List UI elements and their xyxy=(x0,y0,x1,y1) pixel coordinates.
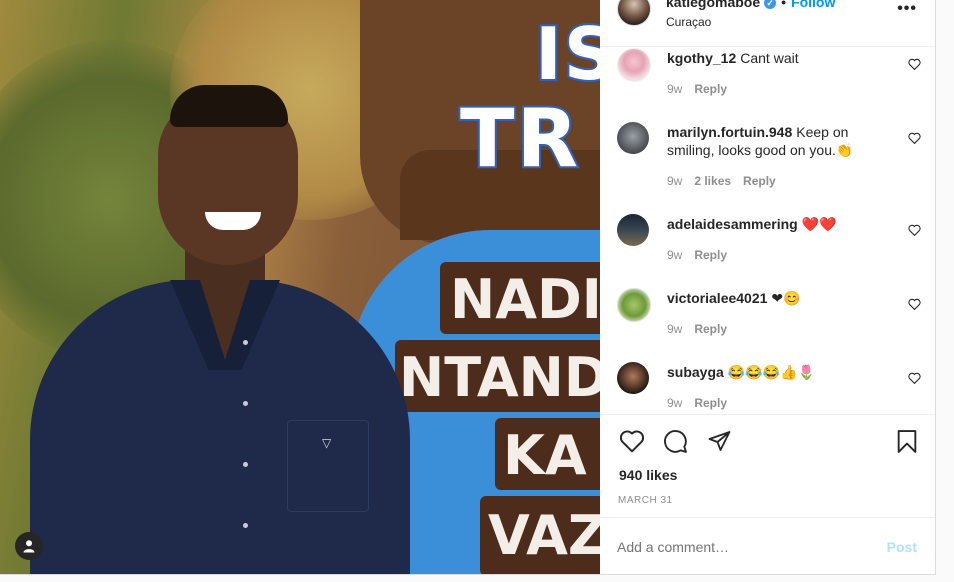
sign-plank-text-3: KA xyxy=(503,424,587,487)
comment-meta: 9w Reply xyxy=(667,248,739,262)
commenter-username[interactable]: marilyn.fortuin.948 xyxy=(667,124,792,140)
reply-button[interactable]: Reply xyxy=(694,248,727,262)
verified-badge-icon: ✓ xyxy=(764,0,777,9)
comment-input[interactable] xyxy=(617,539,867,555)
sign-plank-text-1: NADI xyxy=(450,268,600,331)
author-line: katlegomaboe ✓ • Follow xyxy=(666,0,835,10)
post-date[interactable]: MARCH 31 xyxy=(618,495,673,506)
commenter-avatar[interactable] xyxy=(617,288,651,322)
comment-like-heart-icon[interactable] xyxy=(908,224,921,236)
post-button[interactable]: Post xyxy=(887,539,917,555)
comment-meta: 9w Reply xyxy=(667,82,739,96)
post-side-panel: katlegomaboe ✓ • Follow Curaçao ••• kgothy_… xyxy=(600,0,935,574)
comment-body: 😂😂😂👍🌷 xyxy=(727,364,815,380)
shirt-pocket xyxy=(287,420,369,512)
comment-text: subayga 😂😂😂👍🌷 xyxy=(667,363,887,381)
separator-dot: • xyxy=(781,0,787,10)
sign-plank-2: NTAND xyxy=(395,340,600,412)
commenter-avatar[interactable] xyxy=(617,122,649,154)
commenter-avatar[interactable] xyxy=(617,48,651,82)
commenter-username[interactable]: adelaidesammering xyxy=(667,216,798,232)
shirt-buttons xyxy=(243,340,248,574)
comment-text: adelaidesammering ❤️❤️ xyxy=(667,215,887,233)
commenter-avatar[interactable] xyxy=(617,362,649,394)
comment-like-heart-icon[interactable] xyxy=(908,132,921,144)
reply-button[interactable]: Reply xyxy=(694,82,727,96)
author-avatar[interactable] xyxy=(617,0,651,26)
comment-age: 9w xyxy=(667,322,683,336)
comment-text: victorialee4021 ❤😊 xyxy=(667,289,887,307)
comment-age: 9w xyxy=(667,396,683,410)
post-header: katlegomaboe ✓ • Follow Curaçao ••• xyxy=(600,0,935,47)
sign-plank-1: NADI xyxy=(440,262,600,334)
comment-like-heart-icon[interactable] xyxy=(908,298,921,310)
person-hair xyxy=(170,85,288,127)
comment-text: marilyn.fortuin.948 Keep on smiling, look… xyxy=(667,123,887,159)
sign-plank-text-4: VAZ xyxy=(488,504,600,567)
reply-button[interactable]: Reply xyxy=(694,322,727,336)
comment-meta: 9w Reply xyxy=(667,322,739,336)
comment-age: 9w xyxy=(667,248,683,262)
comment-body: ❤️❤️ xyxy=(801,216,837,232)
comment-like-heart-icon[interactable] xyxy=(908,58,921,70)
comment-icon[interactable] xyxy=(663,429,688,454)
comment-likes-count[interactable]: 2 likes xyxy=(694,174,731,188)
comment-body: Cant wait xyxy=(740,50,799,66)
share-icon[interactable] xyxy=(707,429,732,453)
sign-plank-text-2: NTAND xyxy=(399,346,600,409)
comment-text: kgothy_12 Cant wait xyxy=(667,49,887,67)
follow-button[interactable]: Follow xyxy=(791,0,835,10)
sign-plank-4: VAZ xyxy=(480,496,600,574)
comment-meta: 9w Reply xyxy=(667,396,739,410)
comments-list[interactable]: kgothy_12 Cant wait 9w Reply marilyn.fortu… xyxy=(600,46,935,414)
comment-body: ❤😊 xyxy=(771,290,801,306)
person-icon xyxy=(23,540,35,553)
post-location[interactable]: Curaçao xyxy=(666,15,711,29)
heart-icon[interactable] xyxy=(619,429,645,453)
comment-like-heart-icon[interactable] xyxy=(908,372,921,384)
shirt-logo-icon: ▽ xyxy=(322,436,332,450)
reply-button[interactable]: Reply xyxy=(743,174,776,188)
tagged-people-button[interactable] xyxy=(15,532,43,560)
post-actions: 940 likes MARCH 31 xyxy=(600,414,935,515)
commenter-avatar[interactable] xyxy=(617,214,649,246)
commenter-username[interactable]: victorialee4021 xyxy=(667,290,767,306)
likes-count[interactable]: 940 likes xyxy=(619,467,677,483)
reply-button[interactable]: Reply xyxy=(694,396,727,410)
comment-age: 9w xyxy=(667,82,683,96)
sign-plank-3: KA xyxy=(495,418,600,490)
bookmark-icon[interactable] xyxy=(896,429,918,454)
comment-age: 9w xyxy=(667,174,683,188)
sign-text-line-2: TR xyxy=(458,90,581,187)
post-photo: IS TR NADI NTAND KA VAZ ▽ xyxy=(0,0,600,574)
author-username[interactable]: katlegomaboe xyxy=(666,0,760,10)
commenter-username[interactable]: kgothy_12 xyxy=(667,50,736,66)
add-comment-section: Post xyxy=(600,517,935,574)
post-modal: IS TR NADI NTAND KA VAZ ▽ xyxy=(0,0,936,575)
more-options-icon[interactable]: ••• xyxy=(897,0,917,18)
commenter-username[interactable]: subayga xyxy=(667,364,724,380)
comment-meta: 9w 2 likes Reply xyxy=(667,174,788,188)
sign-text-line-1: IS xyxy=(533,10,600,98)
